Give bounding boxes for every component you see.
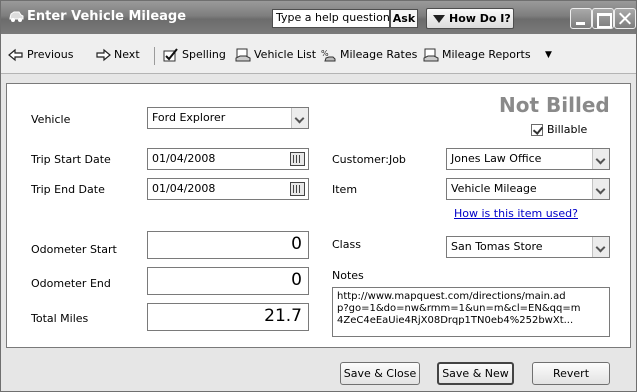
- trip-end-date-label: Trip End Date: [31, 183, 105, 196]
- odometer-end-label: Odometer End: [31, 277, 111, 290]
- item-select[interactable]: Vehicle Mileage: [446, 178, 610, 200]
- previous-icon: [8, 48, 23, 62]
- vehicle-value: Ford Explorer: [152, 111, 226, 124]
- mileage-reports-icon: [423, 48, 439, 62]
- notes-textarea[interactable]: http://www.mapquest.com/directions/main.…: [332, 287, 610, 337]
- trip-start-date-label: Trip Start Date: [31, 153, 111, 166]
- previous-button[interactable]: Previous: [8, 47, 90, 63]
- save-and-new-button[interactable]: Save & New: [437, 362, 514, 385]
- mileage-reports-label: Mileage Reports: [442, 48, 531, 61]
- svg-text:%: %: [321, 49, 329, 58]
- class-value: San Tomas Store: [451, 240, 543, 253]
- minimize-button[interactable]: [570, 8, 592, 29]
- calendar-icon[interactable]: [290, 152, 305, 166]
- spelling-check-icon: [163, 48, 178, 62]
- class-select[interactable]: San Tomas Store: [446, 236, 610, 258]
- vehicle-list-icon: [235, 48, 251, 62]
- enter-vehicle-mileage-window: Enter Vehicle Mileage Type a help questi…: [0, 0, 637, 392]
- class-dropdown-arrow[interactable]: [592, 237, 609, 257]
- item-label: Item: [332, 183, 358, 196]
- save-and-close-button[interactable]: Save & Close: [340, 362, 420, 385]
- vehicle-list-label: Vehicle List: [254, 48, 317, 61]
- billable-label: Billable: [547, 123, 588, 136]
- odometer-start-field[interactable]: 0: [147, 231, 309, 259]
- help-question-input[interactable]: Type a help question: [272, 9, 390, 28]
- ask-button[interactable]: Ask: [390, 9, 418, 28]
- mileage-rates-button[interactable]: % Mileage Rates: [321, 47, 418, 63]
- spelling-label: Spelling: [182, 48, 226, 61]
- class-label: Class: [332, 238, 361, 251]
- odometer-end-field[interactable]: 0: [147, 267, 309, 295]
- mileage-reports-dropdown-icon[interactable]: ▼: [545, 47, 552, 63]
- mileage-reports-button[interactable]: Mileage Reports ▼: [423, 47, 563, 63]
- trip-start-date-value: 01/04/2008: [152, 152, 216, 165]
- total-miles-field: 21.7: [147, 303, 309, 331]
- next-icon: [96, 48, 111, 62]
- total-miles-label: Total Miles: [31, 312, 89, 325]
- calendar-icon[interactable]: [290, 182, 305, 196]
- window-title: Enter Vehicle Mileage: [27, 9, 187, 24]
- vehicle-list-button[interactable]: Vehicle List: [235, 47, 317, 63]
- customer-job-dropdown-arrow[interactable]: [592, 149, 609, 169]
- trip-start-date-field[interactable]: 01/04/2008: [147, 148, 309, 170]
- toolbar: Previous Next Spelling Vehicle List % Mi…: [1, 34, 636, 74]
- car-icon: [8, 9, 24, 23]
- trip-end-date-value: 01/04/2008: [152, 182, 216, 195]
- previous-label: Previous: [27, 48, 74, 61]
- maximize-button[interactable]: [592, 8, 614, 29]
- item-value: Vehicle Mileage: [451, 182, 537, 195]
- billing-status: Not Billed: [499, 93, 610, 117]
- how-do-i-button[interactable]: How Do I?: [426, 8, 514, 29]
- item-dropdown-arrow[interactable]: [592, 179, 609, 199]
- mileage-rates-icon: %: [321, 49, 336, 62]
- toolbar-separator: [154, 47, 155, 65]
- next-button[interactable]: Next: [95, 47, 153, 63]
- customer-job-value: Jones Law Office: [451, 152, 542, 165]
- vehicle-label: Vehicle: [31, 113, 71, 126]
- mileage-rates-label: Mileage Rates: [340, 48, 418, 61]
- notes-label: Notes: [332, 269, 364, 282]
- dropdown-triangle-icon: [433, 15, 445, 23]
- vehicle-select[interactable]: Ford Explorer: [147, 107, 309, 129]
- how-do-i-label: How Do I?: [449, 12, 511, 25]
- vehicle-dropdown-arrow[interactable]: [291, 108, 308, 128]
- revert-button[interactable]: Revert: [532, 362, 610, 385]
- billable-check-icon[interactable]: [531, 124, 543, 136]
- title-bar[interactable]: Enter Vehicle Mileage Type a help questi…: [1, 1, 636, 34]
- next-label: Next: [114, 48, 140, 61]
- customer-job-select[interactable]: Jones Law Office: [446, 148, 610, 170]
- close-button[interactable]: [614, 8, 636, 29]
- spelling-button[interactable]: Spelling: [163, 47, 231, 63]
- how-is-this-item-used-link[interactable]: How is this item used?: [454, 207, 578, 220]
- odometer-start-label: Odometer Start: [31, 243, 117, 256]
- customer-job-label: Customer:Job: [332, 153, 406, 166]
- trip-end-date-field[interactable]: 01/04/2008: [147, 178, 309, 200]
